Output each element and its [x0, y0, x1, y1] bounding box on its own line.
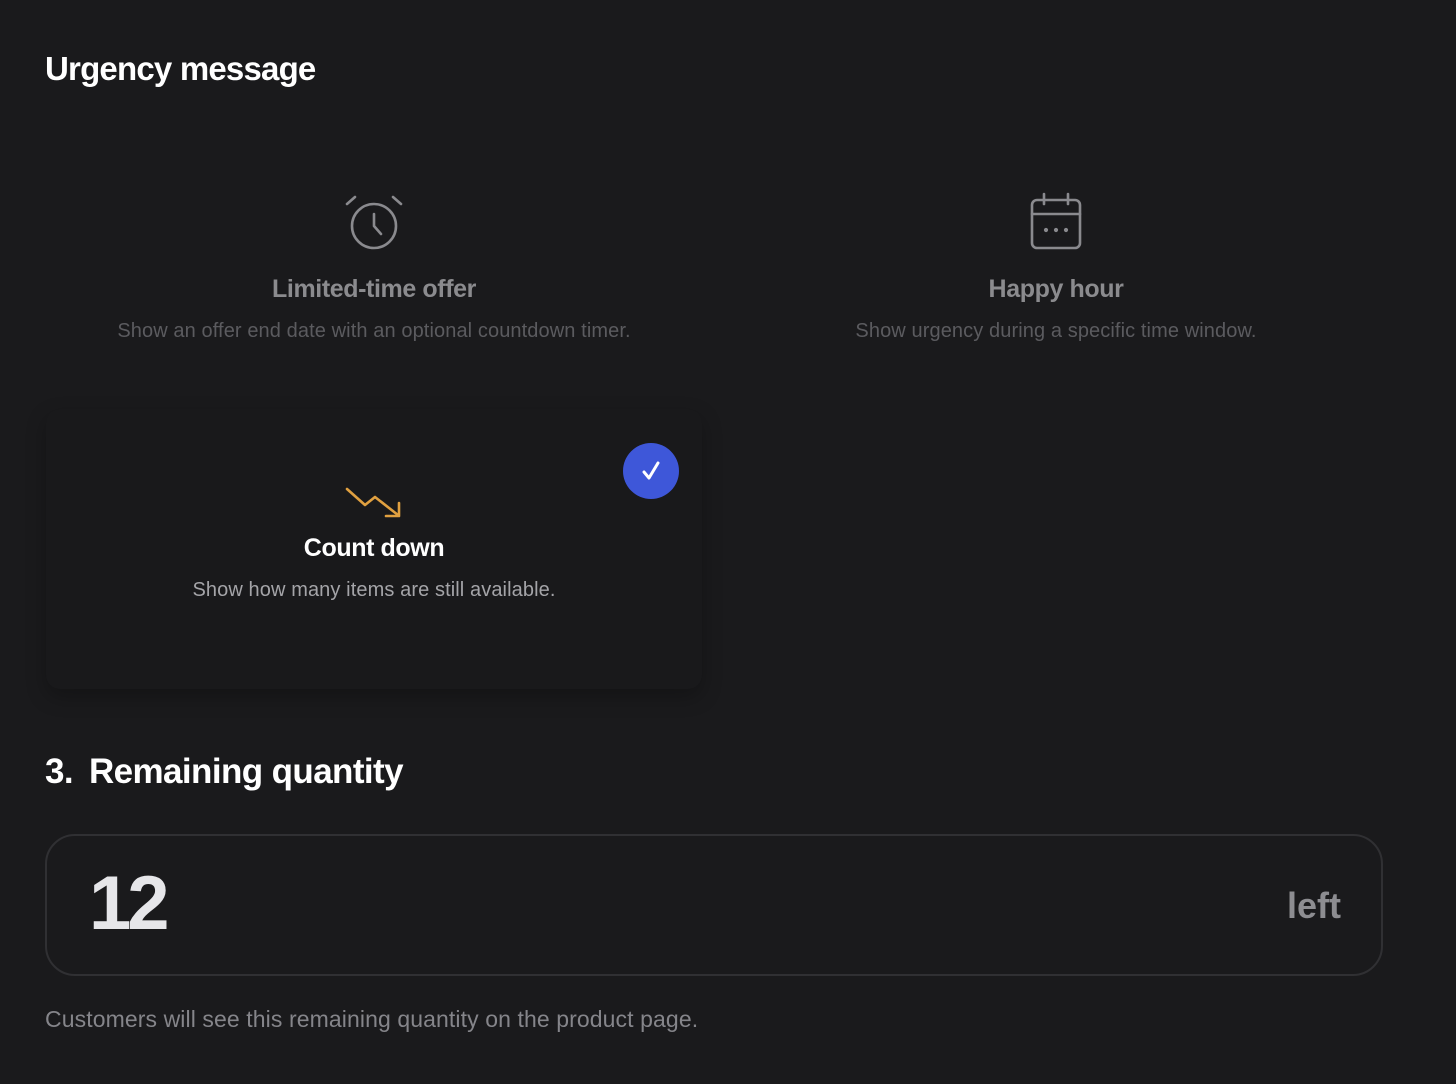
selected-check-badge	[623, 443, 679, 499]
calendar-icon	[1024, 190, 1088, 254]
alarm-clock-icon	[342, 190, 406, 254]
option-limited-time-offer[interactable]: Limited-time offer Show an offer end dat…	[46, 150, 702, 430]
step-number: 3.	[45, 752, 74, 791]
option-title: Count down	[303, 534, 445, 562]
option-description: Show an offer end date with an optional …	[117, 320, 631, 342]
quantity-help-text: Customers will see this remaining quanti…	[45, 1006, 699, 1032]
option-happy-hour[interactable]: Happy hour Show urgency during a specifi…	[728, 150, 1384, 430]
step-title: Remaining quantity	[89, 752, 404, 791]
quantity-input-box[interactable]: 12 left	[45, 834, 1383, 976]
option-title: Happy hour	[988, 275, 1124, 303]
trend-down-icon	[342, 471, 406, 535]
option-description: Show urgency during a specific time wind…	[855, 320, 1257, 342]
quantity-unit-label: left	[1287, 885, 1341, 926]
option-description: Show how many items are still available.	[192, 579, 556, 601]
option-count-down[interactable]: Count down Show how many items are still…	[46, 409, 702, 689]
quantity-input[interactable]: 12	[89, 862, 170, 946]
section-title: Urgency message	[45, 50, 316, 87]
option-title: Limited-time offer	[272, 275, 476, 303]
remaining-quantity-title: 3. Remaining quantity	[45, 752, 404, 792]
checkmark-icon	[638, 458, 664, 484]
